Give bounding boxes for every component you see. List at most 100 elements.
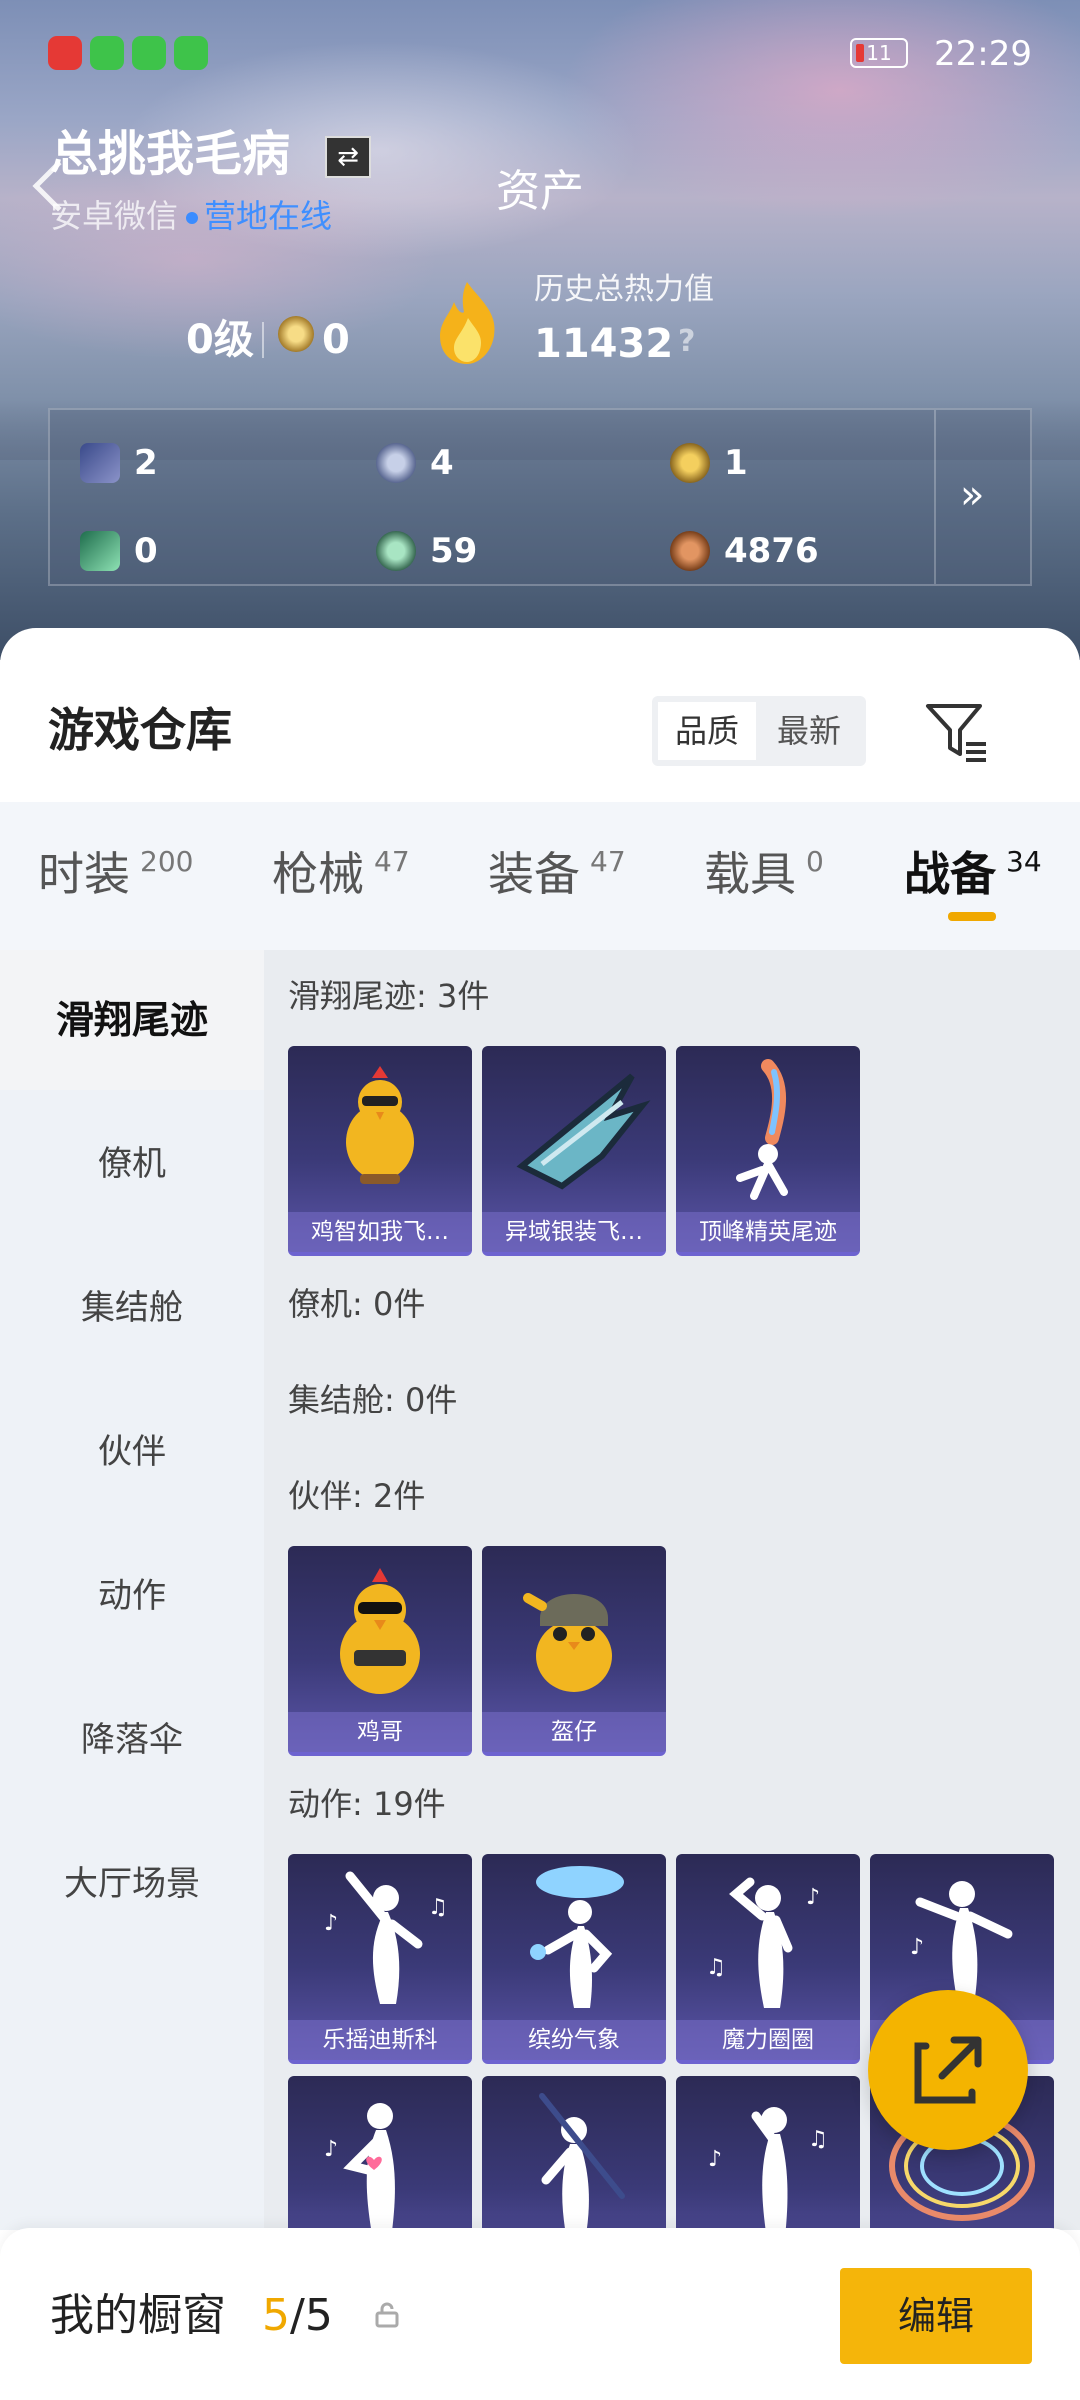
status-bar: 11 22:29 (48, 32, 1032, 80)
card-icon (80, 443, 120, 483)
tab-equipment[interactable]: 装备 47 (488, 842, 626, 906)
section-header: 动作: 19件 (288, 1785, 446, 1823)
sidebar-item-partner[interactable]: 伙伴 (0, 1382, 264, 1522)
asset-item: 0 (80, 526, 158, 576)
sidebar-item-emote[interactable]: 动作 (0, 1526, 264, 1666)
svg-text:♪: ♪ (708, 2147, 722, 2172)
green-coin-icon (376, 531, 416, 571)
more-chevron-icon[interactable]: » (960, 472, 984, 518)
divider (262, 322, 264, 358)
asset-item: 59 (376, 526, 477, 576)
app-notification-icon (48, 36, 82, 70)
help-icon[interactable]: ? (678, 324, 695, 359)
item-card[interactable]: 异域银装飞… (482, 1046, 666, 1256)
medal-count: 0 (322, 317, 350, 363)
asset-item: 2 (80, 438, 158, 488)
ticket-icon (80, 531, 120, 571)
svg-text:♫: ♫ (706, 1955, 726, 1980)
sidebar-item-parachute[interactable]: 降落伞 (0, 1670, 264, 1810)
item-card-name: 鸡智如我飞… (288, 1212, 472, 1252)
item-card[interactable]: 盔仔 (482, 1546, 666, 1756)
item-card[interactable] (482, 2076, 666, 2230)
item-card[interactable]: 鸡智如我飞… (288, 1046, 472, 1256)
sort-toggle: 品质 最新 (652, 696, 866, 766)
item-card[interactable]: 鸡哥 (288, 1546, 472, 1756)
baton-figure-icon (539, 2093, 625, 2230)
svg-text:♪: ♪ (324, 2137, 338, 2162)
edit-button[interactable]: 编辑 (840, 2268, 1032, 2364)
medal-icon (278, 316, 314, 352)
share-button[interactable] (868, 1990, 1028, 2150)
asset-item: 4 (376, 438, 454, 488)
heart-figure-icon: ♪ (324, 2103, 395, 2230)
battery-icon: 11 (850, 38, 908, 68)
item-card[interactable]: ♪ ♫ 魔力圈圈 (676, 1854, 860, 2064)
item-card-name: 缤纷气象 (482, 2020, 666, 2060)
assets-panel[interactable]: 2 4 1 0 59 4876 » (48, 408, 1032, 586)
svg-text:♫: ♫ (428, 1895, 448, 1920)
flame-icon (440, 282, 495, 364)
helmet-chick-icon (523, 1593, 612, 1692)
item-card-name: 魔力圈圈 (676, 2020, 860, 2060)
sidebar-item-glide-trail[interactable]: 滑翔尾迹 (0, 950, 264, 1090)
tab-fashion[interactable]: 时装 200 (38, 842, 193, 906)
section-header: 伙伴: 2件 (288, 1477, 426, 1515)
clock: 22:29 (934, 34, 1032, 74)
tab-combat-gear[interactable]: 战备 34 (904, 842, 1042, 906)
chicken-plane-icon (346, 1066, 414, 1184)
asset-item: 4876 (670, 526, 819, 576)
svg-text:♫: ♫ (808, 2127, 828, 2152)
wechat-icon (174, 36, 208, 70)
asset-item: 1 (670, 438, 748, 488)
item-card-name: 顶峰精英尾迹 (676, 1212, 860, 1252)
warehouse-title: 游戏仓库 (48, 703, 232, 757)
sidebar-item-pod[interactable]: 集结舱 (0, 1238, 264, 1378)
weather-figure-icon (530, 1866, 624, 2008)
heat-value: 11432 (534, 321, 674, 367)
dance-figure-icon: ♪ ♫ (324, 1871, 448, 2004)
tab-vehicles[interactable]: 载具 0 (704, 842, 824, 906)
svg-text:♪: ♪ (806, 1885, 820, 1910)
heat-label: 历史总热力值 (534, 272, 714, 307)
svg-text:♪: ♪ (324, 1911, 338, 1936)
sidebar-item-lobby-scene[interactable]: 大厅场景 (0, 1814, 264, 1954)
bronze-coin-icon (670, 531, 710, 571)
peak-trail-icon (736, 1059, 788, 1200)
item-card[interactable]: ♪ (288, 2076, 472, 2230)
active-tab-indicator (948, 912, 996, 921)
music-figure-icon: ♪ ♫ (708, 2107, 828, 2230)
page-title: 资产 (496, 166, 584, 217)
showcase-count: 5/5 (262, 2290, 333, 2341)
tab-guns[interactable]: 枪械 47 (272, 842, 410, 906)
item-card[interactable]: ♪ ♫ 乐摇迪斯科 (288, 1854, 472, 2064)
svg-text:♪: ♪ (910, 1935, 924, 1960)
chicken-partner-icon (340, 1568, 420, 1694)
item-card-name: 乐摇迪斯科 (288, 2020, 472, 2060)
silver-coin-icon (376, 443, 416, 483)
section-header: 滑翔尾迹: 3件 (288, 977, 490, 1015)
item-card[interactable]: 顶峰精英尾迹 (676, 1046, 860, 1256)
section-header: 集结舱: 0件 (288, 1381, 458, 1419)
item-card[interactable]: 缤纷气象 (482, 1854, 666, 2064)
filter-icon[interactable] (922, 696, 992, 766)
divider (934, 410, 936, 584)
category-tabs: 时装 200 枪械 47 装备 47 载具 0 战备 34 (0, 802, 1080, 950)
item-card-name: 盔仔 (482, 1712, 666, 1752)
lock-icon (375, 2302, 399, 2328)
wechat-icon (90, 36, 124, 70)
section-header: 僚机: 0件 (288, 1285, 426, 1323)
level-label: 0级 (186, 317, 254, 363)
sort-quality-button[interactable]: 品质 (658, 702, 756, 760)
silver-wing-icon (516, 1073, 651, 1190)
magic-circle-figure-icon: ♪ ♫ (706, 1877, 820, 2008)
sort-latest-button[interactable]: 最新 (760, 702, 858, 760)
sidebar: 滑翔尾迹 僚机 集结舱 伙伴 动作 降落伞 大厅场景 (0, 950, 264, 2230)
sidebar-item-wingman[interactable]: 僚机 (0, 1094, 264, 1234)
item-card[interactable]: ♪ ♫ (676, 2076, 860, 2230)
item-card-name: 鸡哥 (288, 1712, 472, 1752)
showcase-label: 我的橱窗 (50, 2290, 226, 2341)
gold-coin-icon (670, 443, 710, 483)
share-external-icon (914, 2036, 982, 2104)
wechat-icon (132, 36, 166, 70)
item-card-name: 异域银装飞… (482, 1212, 666, 1252)
